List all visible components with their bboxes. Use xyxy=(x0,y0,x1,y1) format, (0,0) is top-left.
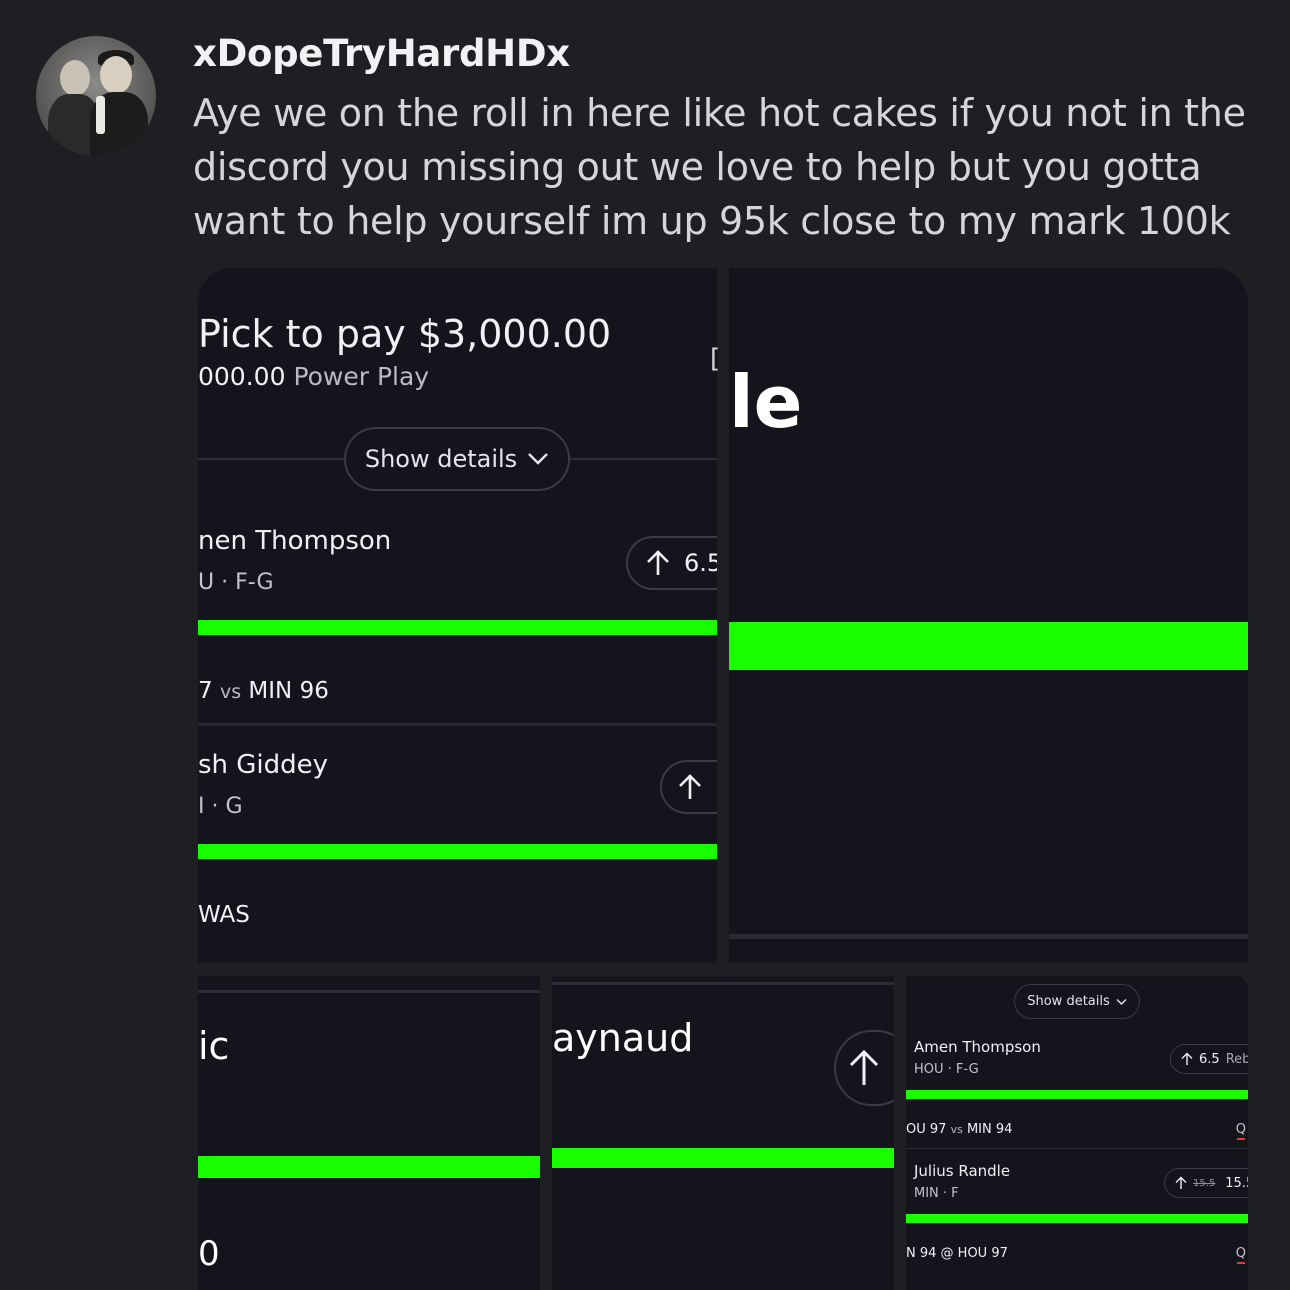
show-details-label: Show details xyxy=(364,445,518,473)
arrow-up-icon xyxy=(1181,1052,1193,1065)
big-text-fragment: le xyxy=(729,360,803,444)
avatar-figure-head xyxy=(60,60,90,96)
progress-bar xyxy=(906,1090,1248,1099)
line-value: 6.5 xyxy=(684,549,717,577)
game-score: 7 vs MIN 96 xyxy=(198,678,329,704)
progress-bar xyxy=(198,620,717,635)
player-name: Julius Randle xyxy=(914,1162,1011,1180)
big-text-fragment: ic xyxy=(198,1024,230,1068)
progress-bar xyxy=(552,1148,894,1168)
big-text-fragment: aynaud xyxy=(552,1016,694,1060)
chevron-down-icon xyxy=(528,453,549,465)
entry-amount: 000.00 xyxy=(198,362,286,391)
image-attachment-3[interactable]: ic 0 xyxy=(198,976,540,1290)
game-score: N 94 @ HOU 97 xyxy=(906,1246,1008,1261)
avatar-bottle xyxy=(96,96,105,134)
divider xyxy=(198,990,540,993)
score-team-b: MIN 96 xyxy=(248,678,329,704)
image-attachment-5[interactable]: Show details Amen Thompson HOU · F-G 6.5… xyxy=(906,976,1248,1290)
old-line-value: 15.5 xyxy=(1193,1177,1216,1189)
player-name: nen Thompson xyxy=(198,526,392,556)
player-team: HOU · F-G xyxy=(914,1062,979,1077)
progress-bar xyxy=(906,1214,1248,1223)
entry-type: Power Play xyxy=(293,362,430,391)
image-attachment-4[interactable]: aynaud xyxy=(552,976,894,1290)
score-vs: vs xyxy=(219,681,242,703)
avatar[interactable] xyxy=(36,36,156,156)
score-team-b: MIN 94 xyxy=(966,1122,1013,1137)
game-score: OU 97 vs MIN 94 xyxy=(906,1122,1012,1137)
player-team: U · F-G xyxy=(198,570,274,595)
arrow-up-icon xyxy=(647,550,669,575)
game-score: WAS xyxy=(198,902,250,928)
show-details-label: Show details xyxy=(1027,994,1110,1009)
divider xyxy=(552,982,894,985)
quarter-indicator: Q xyxy=(1235,1122,1246,1140)
username[interactable]: xDopeTryHardHDx xyxy=(193,32,570,75)
partial-glyph: [ xyxy=(710,344,721,374)
line-button[interactable]: 6.5 xyxy=(626,536,717,590)
avatar-figure-head xyxy=(100,56,132,94)
divider xyxy=(729,934,1248,939)
chevron-down-icon xyxy=(1116,998,1127,1005)
player-team: I · G xyxy=(198,794,243,819)
divider xyxy=(198,723,717,726)
line-button[interactable]: 15.5 15.5 xyxy=(1164,1168,1248,1198)
entry-title: Pick to pay $3,000.00 xyxy=(198,312,612,356)
arrow-up-icon xyxy=(1175,1176,1187,1189)
player-name: sh Giddey xyxy=(198,750,329,780)
show-details-button[interactable]: Show details xyxy=(1014,984,1140,1019)
line-value: 15.5 xyxy=(1225,1175,1248,1191)
image-attachment-1[interactable]: Pick to pay $3,000.00 000.00 Power Play … xyxy=(198,268,717,963)
divider xyxy=(906,1148,1248,1149)
line-button[interactable] xyxy=(660,760,717,814)
image-attachment-2[interactable]: le xyxy=(729,268,1248,963)
score-team-a: OU 97 xyxy=(906,1122,947,1137)
score-vs: vs xyxy=(950,1123,963,1136)
message-text: Aye we on the roll in here like hot cake… xyxy=(193,91,1246,243)
line-value: 6.5 xyxy=(1199,1051,1220,1067)
entry-subtitle: 000.00 Power Play xyxy=(198,362,429,391)
arrow-up-icon xyxy=(849,1049,879,1085)
text-fragment: 0 xyxy=(198,1234,220,1274)
progress-bar xyxy=(198,1156,540,1178)
quarter-indicator: Q xyxy=(1235,1246,1246,1264)
player-team: MIN · F xyxy=(914,1186,959,1201)
line-stat: Reb xyxy=(1225,1051,1248,1067)
progress-bar xyxy=(729,622,1248,670)
progress-bar xyxy=(198,844,717,859)
line-button[interactable]: 6.5 Reb xyxy=(1170,1044,1248,1074)
score-team-a: 7 xyxy=(198,678,213,704)
arrow-up-icon xyxy=(679,774,701,799)
show-details-button[interactable]: Show details xyxy=(344,427,570,491)
player-name: Amen Thompson xyxy=(914,1038,1041,1056)
line-button[interactable] xyxy=(834,1030,894,1106)
